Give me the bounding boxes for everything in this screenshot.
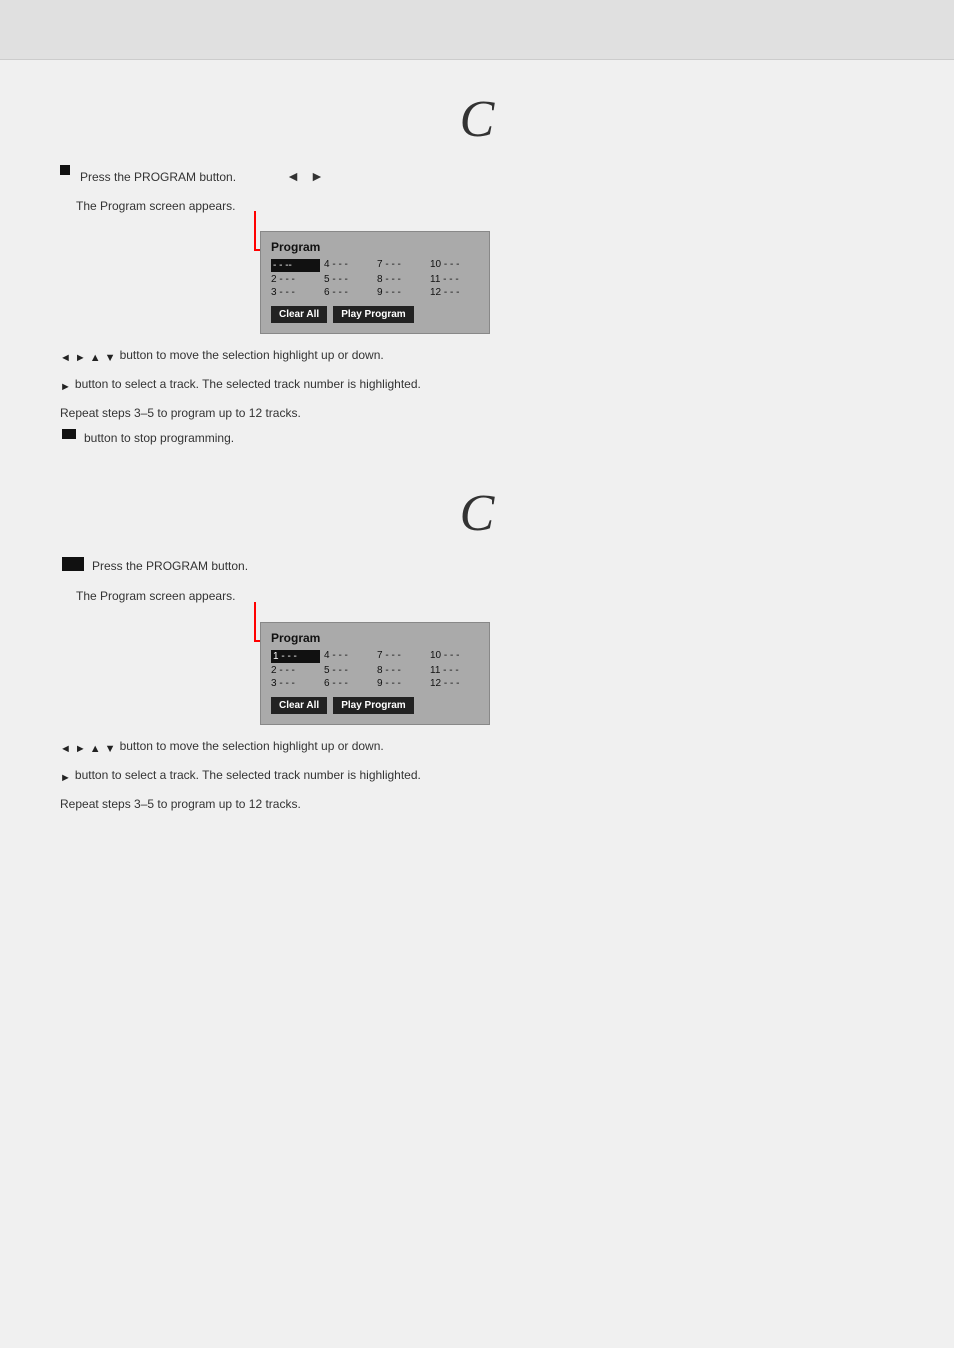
- d2-cell-1-10: 10 - - -: [430, 650, 479, 663]
- d2-cell-3-3: 3 - - -: [271, 678, 320, 689]
- play-arrow-1: ►: [60, 381, 71, 393]
- cell-1-7: 7 - - -: [377, 259, 426, 272]
- cell-3-9: 9 - - -: [377, 287, 426, 298]
- cell-2-5: 5 - - -: [324, 274, 373, 285]
- stop-row-1: button to stop programming.: [60, 429, 894, 454]
- instruction-text-program-screen-2: The Program screen appears.: [76, 587, 894, 606]
- instruction-text-1: Press the PROGRAM button. ◄ ►: [80, 165, 324, 187]
- chapter-letter: C: [447, 90, 507, 149]
- repeat-text-1: Repeat steps 3–5 to program up to 12 tra…: [60, 404, 894, 423]
- repeat-text-2: Repeat steps 3–5 to program up to 12 tra…: [60, 795, 894, 814]
- dialog-1-buttons: Clear All Play Program: [271, 306, 479, 323]
- clear-all-button-1[interactable]: Clear All: [271, 306, 327, 323]
- play-program-button-1[interactable]: Play Program: [333, 306, 413, 323]
- d2-cell-3-6: 6 - - -: [324, 678, 373, 689]
- arrow-right-1: ►: [75, 352, 86, 364]
- dialog-2-buttons: Clear All Play Program: [271, 697, 479, 714]
- d2-cell-2-8: 8 - - -: [377, 665, 426, 676]
- section-1: Press the PROGRAM button. ◄ ► The Progra…: [60, 165, 894, 454]
- cell-3-6: 6 - - -: [324, 287, 373, 298]
- cell-3-3: 3 - - -: [271, 287, 320, 298]
- page-content: C Press the PROGRAM button. ◄ ► The Prog…: [0, 60, 954, 864]
- cell-2-2: 2 - - -: [271, 274, 320, 285]
- top-bar: [0, 0, 954, 60]
- play-text-1: button to select a track. The selected t…: [75, 375, 421, 394]
- chapter-letter-2: C: [447, 484, 507, 543]
- nav-text-1: button to move the selection highlight u…: [120, 346, 384, 365]
- nav-arrows-row-2: ◄ ► ▲ ▼ button to move the selection hig…: [60, 737, 894, 762]
- dialog-1-title: Program: [271, 240, 479, 254]
- section-2: Press the PROGRAM button. The Program sc…: [60, 557, 894, 814]
- play-row-2: ► button to select a track. The selected…: [60, 766, 894, 791]
- arrow-down-1: ▼: [105, 352, 116, 364]
- arrow-up-2: ▲: [90, 743, 101, 755]
- d2-cell-1-1: 1 - - -: [271, 650, 320, 663]
- program-dialog-2: Program 1 - - - 4 - - - 7 - - - 10 - - -…: [260, 622, 490, 725]
- d2-cell-3-9: 9 - - -: [377, 678, 426, 689]
- cell-3-12: 12 - - -: [430, 287, 479, 298]
- play-text-2: button to select a track. The selected t…: [75, 766, 421, 785]
- arrow-down-2: ▼: [105, 743, 116, 755]
- program-dialog-1: Program - - -- 4 - - - 7 - - - 10 - - - …: [260, 231, 490, 334]
- instruction-text-program-screen: The Program screen appears.: [76, 197, 894, 216]
- arrow-left-2: ◄: [60, 743, 71, 755]
- arrow-left-1: ◄: [60, 352, 71, 364]
- play-arrow-2: ►: [60, 772, 71, 784]
- stop-icon: [60, 165, 70, 175]
- clear-all-button-2[interactable]: Clear All: [271, 697, 327, 714]
- play-row-1: ► button to select a track. The selected…: [60, 375, 894, 400]
- d2-cell-1-4: 4 - - -: [324, 650, 373, 663]
- stop-text-1: button to stop programming.: [84, 429, 234, 448]
- program-button-icon: [62, 557, 84, 571]
- nav-arrows-row-1: ◄ ► ▲ ▼ button to move the selection hig…: [60, 346, 894, 371]
- d2-cell-3-12: 12 - - -: [430, 678, 479, 689]
- dialog-1-grid: - - -- 4 - - - 7 - - - 10 - - - 2 - - - …: [271, 259, 479, 298]
- play-program-button-2[interactable]: Play Program: [333, 697, 413, 714]
- instruction-row-2: Press the PROGRAM button.: [60, 557, 894, 582]
- cell-2-11: 11 - - -: [430, 274, 479, 285]
- instruction-row-1: Press the PROGRAM button. ◄ ►: [60, 165, 894, 193]
- d2-cell-2-2: 2 - - -: [271, 665, 320, 676]
- dialog-2-grid: 1 - - - 4 - - - 7 - - - 10 - - - 2 - - -…: [271, 650, 479, 689]
- arrow-up-1: ▲: [90, 352, 101, 364]
- arrow-right-2: ►: [75, 743, 86, 755]
- d2-cell-2-5: 5 - - -: [324, 665, 373, 676]
- cell-1-4: 4 - - -: [324, 259, 373, 272]
- cell-2-8: 8 - - -: [377, 274, 426, 285]
- d2-cell-1-7: 7 - - -: [377, 650, 426, 663]
- cell-1-10: 10 - - -: [430, 259, 479, 272]
- d2-cell-2-11: 11 - - -: [430, 665, 479, 676]
- nav-text-2: button to move the selection highlight u…: [120, 737, 384, 756]
- dialog-2-title: Program: [271, 631, 479, 645]
- instruction-text-2: Press the PROGRAM button.: [92, 557, 248, 576]
- stop-rect-1: [62, 429, 76, 439]
- cell-1-1: - - --: [271, 259, 320, 272]
